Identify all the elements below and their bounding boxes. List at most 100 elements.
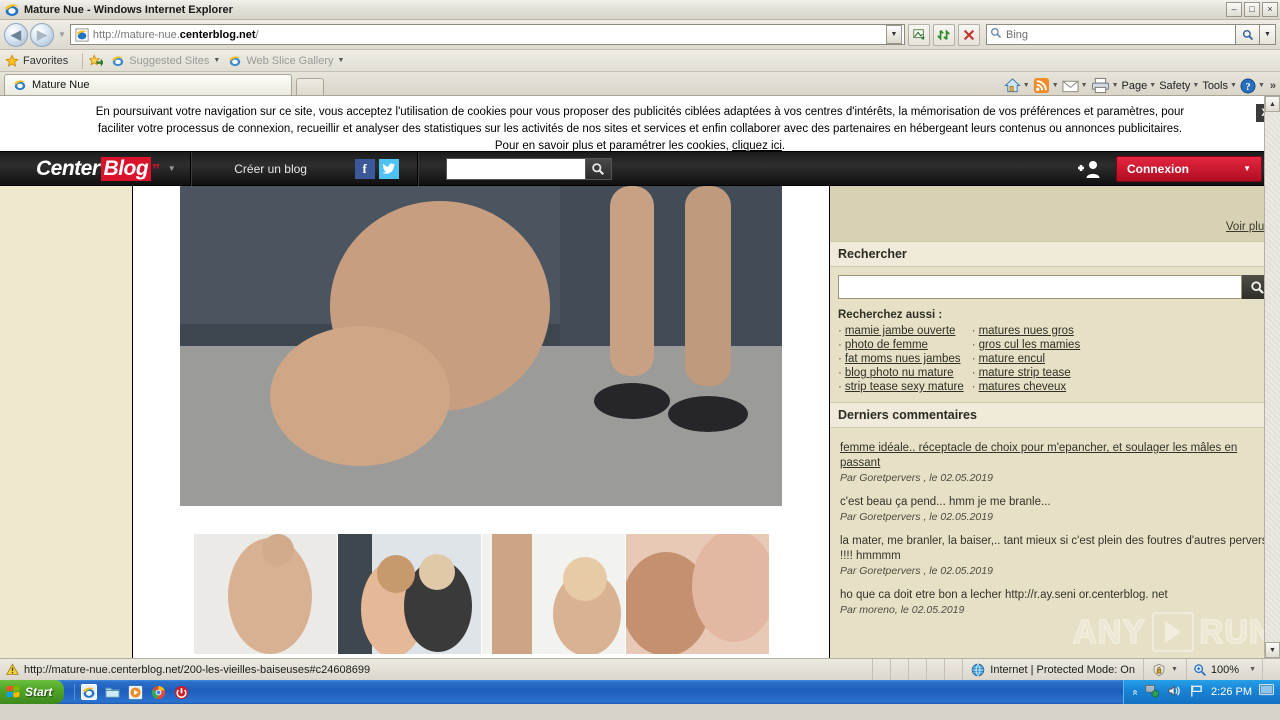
start-button[interactable]: Start (0, 680, 65, 704)
centerblog-logo[interactable]: Center Blog” (36, 156, 159, 181)
list-item[interactable]: strip tease sexy mature (838, 380, 964, 394)
comment-text[interactable]: ho que ca doit etre bon a lecher http://… (840, 588, 1270, 603)
tag-link[interactable]: photo de femme (845, 339, 928, 351)
tag-link[interactable]: matures nues gros (979, 325, 1074, 337)
page-menu[interactable]: Page ▼ (1122, 80, 1157, 92)
tag-link[interactable]: blog photo nu mature (845, 367, 954, 379)
internet-explorer-icon[interactable] (81, 684, 98, 700)
stop-icon[interactable] (958, 23, 980, 46)
safety-menu[interactable]: Safety ▼ (1159, 80, 1199, 92)
comment-text[interactable]: femme idéale.. réceptacle de choix pour … (840, 441, 1270, 471)
chevron-down-icon[interactable]: ▼ (1249, 666, 1256, 673)
security-zone[interactable]: Internet | Protected Mode: On (962, 658, 1143, 681)
list-item[interactable]: photo de femme (838, 338, 964, 352)
list-item[interactable]: mature encul (972, 352, 1080, 366)
volume-icon[interactable] (1167, 684, 1182, 701)
flag-icon[interactable] (1189, 684, 1204, 701)
site-search-input[interactable] (445, 157, 586, 180)
chevron-down-icon[interactable]: ▼ (213, 57, 220, 64)
tools-menu[interactable]: Tools ▼ (1202, 80, 1237, 92)
chevron-down-icon[interactable]: ▼ (1171, 666, 1178, 673)
suggested-sites-button[interactable]: Suggested Sites ▼ (111, 54, 220, 68)
scrollbar-track[interactable] (1265, 112, 1280, 642)
facebook-icon[interactable]: f (354, 158, 375, 179)
show-desktop-icon[interactable] (1259, 684, 1274, 700)
thumbnail-3[interactable] (481, 534, 625, 656)
mail-button[interactable]: ▼ (1062, 79, 1088, 93)
tag-link[interactable]: mamie jambe ouverte (845, 325, 956, 337)
cookie-settings-link[interactable]: cliquez ici (732, 140, 782, 152)
list-item[interactable]: mamie jambe ouverte (838, 324, 964, 338)
logo-dropdown-icon[interactable]: ▼ (168, 164, 176, 173)
sidebar-search-input[interactable] (838, 275, 1242, 299)
maximize-button[interactable]: □ (1244, 2, 1260, 17)
list-item[interactable]: fat moms nues jambes (838, 352, 964, 366)
web-slice-gallery-button[interactable]: Web Slice Gallery ▼ (228, 54, 344, 68)
address-bar[interactable]: http://mature-nue.centerblog.net/ ▼ (69, 24, 905, 45)
feeds-button[interactable]: ▼ (1033, 77, 1059, 94)
chrome-icon[interactable] (150, 684, 166, 700)
tag-link[interactable]: mature strip tease (979, 367, 1071, 379)
tag-link[interactable]: matures cheveux (979, 381, 1067, 393)
search-go-button[interactable] (1236, 24, 1260, 45)
add-to-favorites-bar-icon[interactable] (89, 53, 104, 68)
network-icon[interactable] (1145, 684, 1160, 701)
favorites-button[interactable]: Favorites (5, 53, 68, 68)
twitter-icon[interactable] (378, 158, 399, 179)
list-item[interactable]: mature strip tease (972, 366, 1080, 380)
chevron-down-icon[interactable]: ▼ (1192, 82, 1199, 89)
zoom-control[interactable]: 100% ▼ (1185, 658, 1262, 681)
tag-link[interactable]: mature encul (979, 353, 1045, 365)
list-item[interactable]: blog photo nu mature (838, 366, 964, 380)
shutdown-icon[interactable] (173, 684, 189, 700)
tray-expand-button[interactable]: « (1130, 689, 1141, 695)
back-button[interactable]: ◀ (4, 22, 28, 47)
create-blog-button[interactable]: Créer un blog (191, 162, 351, 176)
comment-text[interactable]: c'est beau ça pend... hmm je me branle..… (840, 495, 1270, 510)
refresh-icon[interactable] (933, 23, 955, 46)
sidebar-search[interactable] (838, 275, 1272, 299)
comment-text[interactable]: la mater, me branler, la baiser,.. tant … (840, 534, 1270, 564)
tag-link[interactable]: fat moms nues jambes (845, 353, 961, 365)
search-input[interactable]: Bing (986, 24, 1236, 45)
chevron-down-icon[interactable]: ▼ (1081, 82, 1088, 89)
thumbnail-4[interactable] (621, 530, 776, 656)
chevron-down-icon[interactable]: ▼ (338, 57, 345, 64)
new-tab-button[interactable] (296, 78, 324, 95)
chevron-down-icon[interactable]: ▼ (1052, 82, 1059, 89)
address-dropdown-button[interactable]: ▼ (886, 25, 902, 44)
chevron-down-icon[interactable]: ▼ (1149, 82, 1156, 89)
thumbnail-1[interactable] (193, 534, 337, 654)
add-user-icon[interactable] (1078, 159, 1104, 179)
media-player-icon[interactable] (127, 684, 143, 700)
scroll-up-arrow[interactable]: ▲ (1265, 96, 1280, 112)
site-search-button[interactable] (585, 157, 612, 180)
tag-link[interactable]: gros cul les mamies (979, 339, 1081, 351)
chevron-down-icon[interactable]: ▼ (1023, 82, 1030, 89)
thumbnail-2[interactable] (337, 534, 481, 657)
featured-photo[interactable] (180, 186, 782, 506)
home-button[interactable]: ▼ (1004, 77, 1030, 94)
folder-icon[interactable] (104, 684, 120, 700)
login-button[interactable]: Connexion ▼ (1116, 155, 1262, 182)
vertical-scrollbar[interactable]: ▲ ▼ (1264, 96, 1280, 658)
search-provider-dropdown[interactable]: ▼ (1260, 24, 1276, 45)
privacy-report-button[interactable]: ▼ (1142, 658, 1186, 681)
chevron-down-icon[interactable]: ▼ (1112, 82, 1119, 89)
scroll-down-arrow[interactable]: ▼ (1265, 642, 1280, 658)
compatibility-view-icon[interactable] (908, 23, 930, 46)
tag-link[interactable]: strip tease sexy mature (845, 381, 964, 393)
list-item[interactable]: matures cheveux (972, 380, 1080, 394)
list-item[interactable]: gros cul les mamies (972, 338, 1081, 352)
help-button[interactable]: ? ▼ (1240, 78, 1265, 94)
tab-mature-nue[interactable]: Mature Nue (4, 74, 292, 95)
chevron-down-icon[interactable]: ▼ (1230, 82, 1237, 89)
list-item[interactable]: matures nues gros (972, 324, 1080, 338)
print-button[interactable]: ▼ (1091, 77, 1119, 94)
chevron-down-icon[interactable]: ▼ (1258, 82, 1265, 89)
chevron-down-icon[interactable]: ▼ (1243, 164, 1251, 173)
clock[interactable]: 2:26 PM (1211, 686, 1252, 698)
site-search[interactable] (445, 157, 612, 180)
forward-button[interactable]: ▶ (30, 22, 54, 47)
command-bar-overflow-button[interactable]: » (1270, 80, 1276, 92)
